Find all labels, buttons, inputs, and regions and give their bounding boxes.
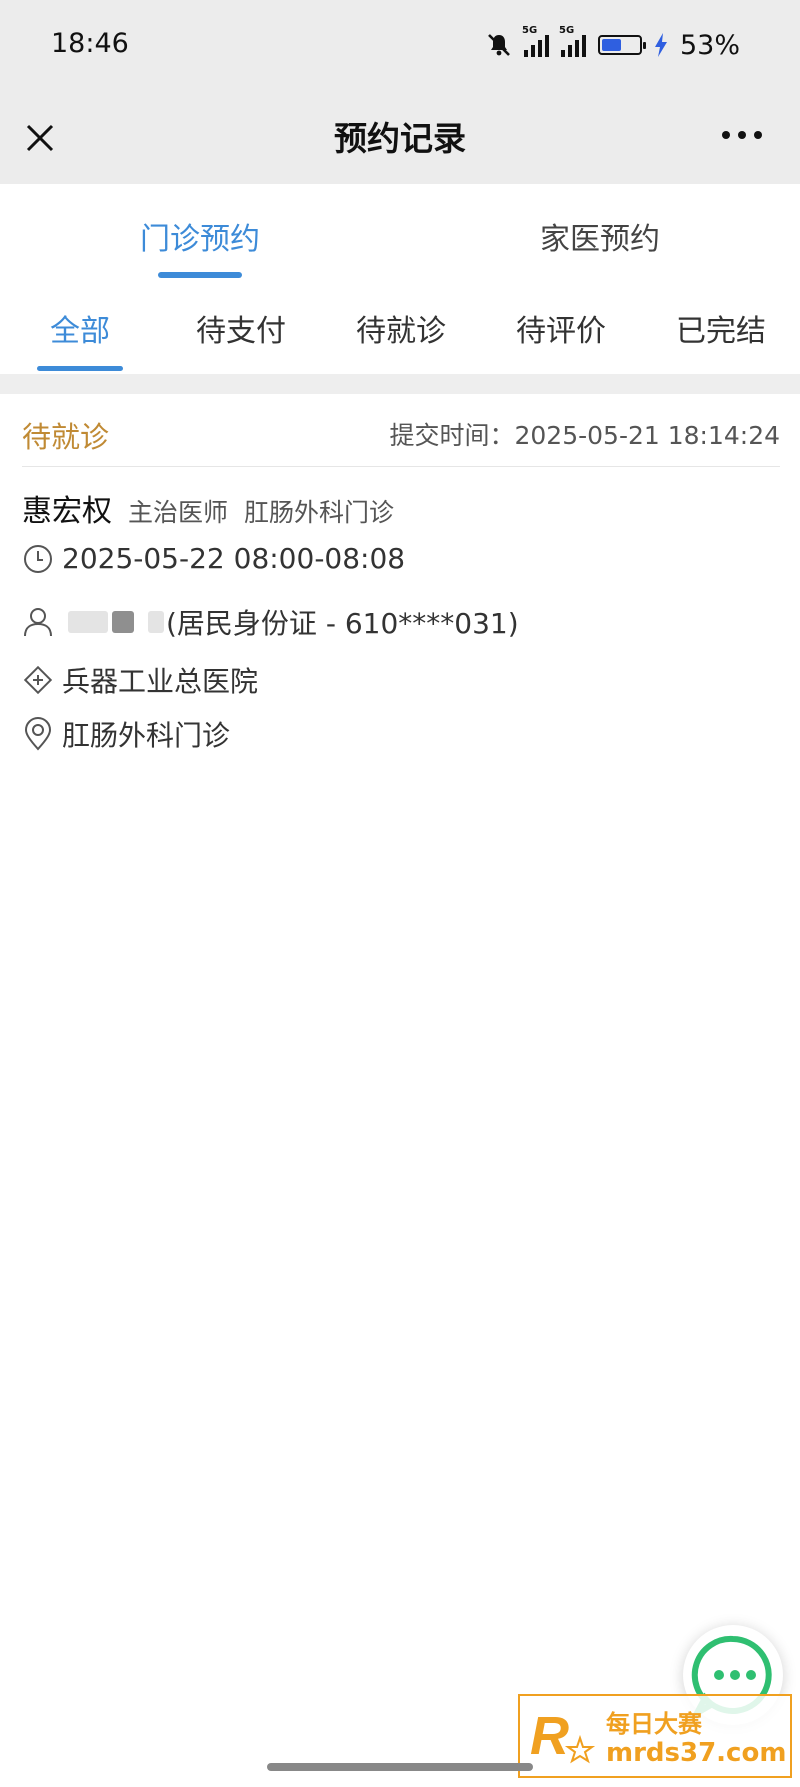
primary-tabs: 门诊预约 家医预约 bbox=[0, 184, 800, 284]
watermark-text: 每日大赛 bbox=[606, 1710, 702, 1738]
person-icon bbox=[24, 608, 52, 637]
signal-2-icon: 5G bbox=[559, 25, 586, 57]
doctor-row: 惠宏权 主治医师 肛肠外科门诊 bbox=[22, 486, 394, 530]
active-status-indicator bbox=[37, 366, 123, 371]
mute-bell-icon bbox=[488, 34, 510, 56]
patient-name-redacted-3 bbox=[148, 611, 164, 633]
appointment-card[interactable]: 待就诊 提交时间：2025-05-21 18:14:24 惠宏权 主治医师 肛肠… bbox=[0, 394, 800, 774]
status-badge: 待就诊 bbox=[22, 420, 110, 454]
page-title: 预约记录 bbox=[334, 119, 466, 158]
more-icon[interactable] bbox=[720, 128, 764, 142]
nav-bar: 预约记录 bbox=[0, 92, 800, 184]
location-row: 肛肠外科门诊 bbox=[22, 714, 230, 754]
watermark-url: mrds37.com bbox=[606, 1738, 787, 1768]
home-indicator[interactable] bbox=[267, 1763, 533, 1771]
status-tabs: 全部 待支付 待就诊 待评价 已完结 bbox=[0, 284, 800, 374]
clock-icon bbox=[24, 544, 52, 573]
patient-id: (居民身份证 - 610****031) bbox=[166, 607, 519, 640]
signal-1-icon: 5G bbox=[522, 25, 549, 57]
battery-percent: 53% bbox=[679, 29, 740, 61]
hospital-icon bbox=[23, 665, 53, 695]
section-divider bbox=[0, 374, 800, 394]
location-name: 肛肠外科门诊 bbox=[62, 719, 231, 752]
patient-row: (居民身份证 - 610****031) bbox=[22, 602, 519, 642]
watermark-logo: R bbox=[530, 1706, 596, 1766]
tab-all[interactable]: 全部 bbox=[50, 306, 110, 350]
location-pin-icon bbox=[24, 717, 52, 751]
tab-outpatient[interactable]: 门诊预约 bbox=[140, 214, 260, 258]
active-tab-indicator bbox=[158, 272, 242, 278]
tab-completed[interactable]: 已完结 bbox=[676, 306, 766, 350]
time-row: 2025-05-22 08:00-08:08 bbox=[22, 542, 405, 575]
tab-family-doctor[interactable]: 家医预约 bbox=[540, 214, 660, 258]
submit-time: 提交时间：2025-05-21 18:14:24 bbox=[389, 421, 780, 450]
patient-name-redacted bbox=[68, 611, 108, 633]
doctor-title: 主治医师 bbox=[128, 498, 229, 527]
status-bar: 18:46 5G 5G 53% bbox=[0, 0, 800, 92]
tab-pending-payment[interactable]: 待支付 bbox=[196, 306, 286, 350]
card-divider bbox=[22, 466, 780, 467]
hospital-name: 兵器工业总医院 bbox=[62, 665, 259, 698]
status-icons: 5G 5G 53% bbox=[486, 25, 740, 63]
tab-pending-visit[interactable]: 待就诊 bbox=[356, 306, 446, 350]
status-time: 18:46 bbox=[51, 28, 129, 59]
doctor-name: 惠宏权 bbox=[22, 494, 112, 529]
patient-name-redacted-2 bbox=[112, 611, 134, 633]
charging-icon bbox=[654, 33, 667, 57]
hospital-row: 兵器工业总医院 bbox=[22, 660, 258, 700]
tab-pending-review[interactable]: 待评价 bbox=[516, 306, 606, 350]
battery-icon bbox=[597, 35, 646, 55]
appointment-time: 2025-05-22 08:00-08:08 bbox=[62, 542, 406, 575]
svg-text:R: R bbox=[530, 1706, 569, 1766]
watermark-overlay: R 每日大赛 mrds37.com bbox=[518, 1694, 792, 1778]
doctor-department: 肛肠外科门诊 bbox=[244, 498, 395, 527]
